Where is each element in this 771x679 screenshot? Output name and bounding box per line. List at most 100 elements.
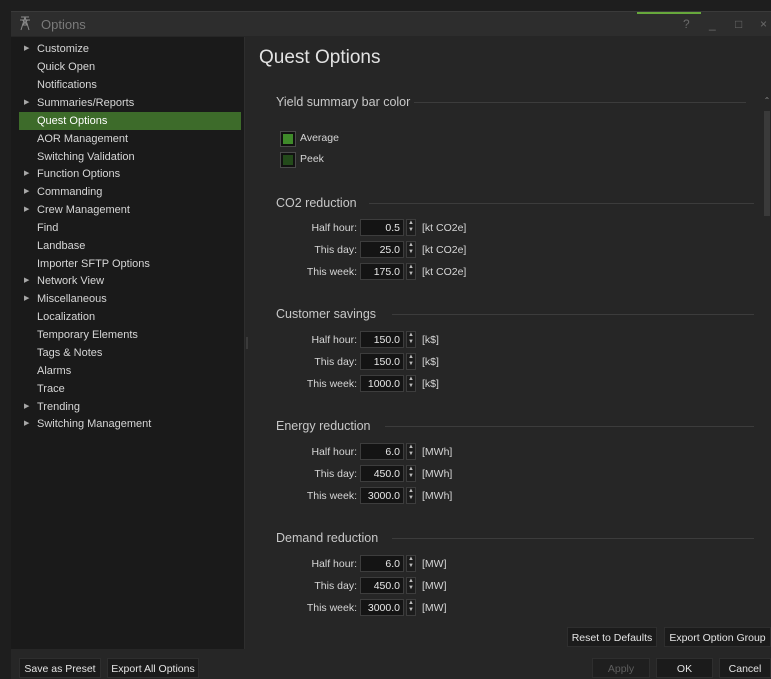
savings-this-week-input[interactable] bbox=[360, 375, 404, 392]
reset-to-defaults-button[interactable]: Reset to Defaults bbox=[567, 627, 657, 647]
spinner-down-icon[interactable]: ▼ bbox=[407, 271, 415, 278]
spinner-up-icon[interactable]: ▲ bbox=[407, 466, 415, 473]
spinner-down-icon[interactable]: ▼ bbox=[407, 607, 415, 614]
sidebar-item-commanding[interactable]: ▶ Commanding bbox=[11, 183, 241, 201]
sidebar-item-importer-sftp-options[interactable]: Importer SFTP Options bbox=[11, 255, 241, 273]
sidebar-item-function-options[interactable]: ▶ Function Options bbox=[11, 165, 241, 183]
sidebar-item-network-view[interactable]: ▶ Network View bbox=[11, 272, 241, 290]
energy-this-day-spinner[interactable]: ▲ ▼ bbox=[406, 465, 416, 482]
spinner-up-icon[interactable]: ▲ bbox=[407, 444, 415, 451]
scroll-up-arrow-icon[interactable]: ⌃ bbox=[763, 96, 771, 105]
spinner-up-icon[interactable]: ▲ bbox=[407, 600, 415, 607]
energy-this-week-input[interactable] bbox=[360, 487, 404, 504]
spinner-up-icon[interactable]: ▲ bbox=[407, 242, 415, 249]
scrollbar-thumb[interactable] bbox=[764, 111, 770, 216]
sidebar-item-tags-notes[interactable]: Tags & Notes bbox=[11, 344, 241, 362]
savings-half-hour-spinner[interactable]: ▲ ▼ bbox=[406, 331, 416, 348]
expand-arrow-icon[interactable]: ▶ bbox=[24, 415, 29, 433]
minimize-icon[interactable]: _ bbox=[709, 17, 716, 31]
sidebar-item-switching-management[interactable]: ▶ Switching Management bbox=[11, 415, 241, 433]
energy-this-day-input[interactable] bbox=[360, 465, 404, 482]
savings-this-week-spinner[interactable]: ▲ ▼ bbox=[406, 375, 416, 392]
sidebar-item-quest-options[interactable]: Quest Options bbox=[19, 112, 241, 130]
co2-half-hour-spinner[interactable]: ▲ ▼ bbox=[406, 219, 416, 236]
savings-this-day-input[interactable] bbox=[360, 353, 404, 370]
energy-half-hour-input[interactable] bbox=[360, 443, 404, 460]
spinner-up-icon[interactable]: ▲ bbox=[407, 220, 415, 227]
sidebar-item-notifications[interactable]: Notifications bbox=[11, 76, 241, 94]
export-option-group-button[interactable]: Export Option Group bbox=[664, 627, 771, 647]
spinner-up-icon[interactable]: ▲ bbox=[407, 376, 415, 383]
spinner-down-icon[interactable]: ▼ bbox=[407, 339, 415, 346]
co2-this-week-input[interactable] bbox=[360, 263, 404, 280]
sidebar-item-find[interactable]: Find bbox=[11, 219, 241, 237]
expand-arrow-icon[interactable]: ▶ bbox=[24, 165, 29, 183]
spinner-up-icon[interactable]: ▲ bbox=[407, 264, 415, 271]
sidebar-item-alarms[interactable]: Alarms bbox=[11, 362, 241, 380]
energy-half-hour-row: Half hour: ▲▼ [MWh] bbox=[247, 443, 761, 461]
content-vertical-scrollbar[interactable]: ⌃ ⌄ bbox=[763, 96, 771, 631]
sidebar-item-miscellaneous[interactable]: ▶ Miscellaneous bbox=[11, 290, 241, 308]
sidebar-item-localization[interactable]: Localization bbox=[11, 308, 241, 326]
expand-arrow-icon[interactable]: ▶ bbox=[24, 183, 29, 201]
spinner-up-icon[interactable]: ▲ bbox=[407, 354, 415, 361]
sidebar-item-trace[interactable]: Trace bbox=[11, 380, 241, 398]
expand-arrow-icon[interactable]: ▶ bbox=[24, 398, 29, 416]
co2-half-hour-input[interactable] bbox=[360, 219, 404, 236]
co2-this-day-input[interactable] bbox=[360, 241, 404, 258]
section-title-co2-reduction: CO2 reduction bbox=[276, 196, 357, 210]
expand-arrow-icon[interactable]: ▶ bbox=[24, 40, 29, 58]
energy-half-hour-spinner[interactable]: ▲ ▼ bbox=[406, 443, 416, 460]
sidebar-item-temporary-elements[interactable]: Temporary Elements bbox=[11, 326, 241, 344]
savings-half-hour-input[interactable] bbox=[360, 331, 404, 348]
spinner-down-icon[interactable]: ▼ bbox=[407, 383, 415, 390]
sidebar-item-aor-management[interactable]: AOR Management bbox=[11, 130, 241, 148]
demand-this-day-spinner[interactable]: ▲ ▼ bbox=[406, 577, 416, 594]
spinner-up-icon[interactable]: ▲ bbox=[407, 556, 415, 563]
co2-this-week-spinner[interactable]: ▲ ▼ bbox=[406, 263, 416, 280]
color-swatch-peek[interactable] bbox=[280, 152, 296, 168]
spinner-down-icon[interactable]: ▼ bbox=[407, 585, 415, 592]
spinner-down-icon[interactable]: ▼ bbox=[407, 227, 415, 234]
save-as-preset-button[interactable]: Save as Preset bbox=[19, 658, 101, 678]
section-title-energy-reduction: Energy reduction bbox=[276, 419, 371, 433]
expand-arrow-icon[interactable]: ▶ bbox=[24, 290, 29, 308]
savings-this-day-spinner[interactable]: ▲ ▼ bbox=[406, 353, 416, 370]
spinner-down-icon[interactable]: ▼ bbox=[407, 495, 415, 502]
expand-arrow-icon[interactable]: ▶ bbox=[24, 201, 29, 219]
sidebar-item-crew-management[interactable]: ▶ Crew Management bbox=[11, 201, 241, 219]
close-icon[interactable]: × bbox=[760, 17, 767, 31]
spinner-up-icon[interactable]: ▲ bbox=[407, 578, 415, 585]
demand-half-hour-spinner[interactable]: ▲ ▼ bbox=[406, 555, 416, 572]
demand-this-week-input[interactable] bbox=[360, 599, 404, 616]
export-all-options-button[interactable]: Export All Options bbox=[107, 658, 199, 678]
energy-this-week-spinner[interactable]: ▲ ▼ bbox=[406, 487, 416, 504]
co2-half-hour-row: Half hour: ▲▼ [kt CO2e] bbox=[247, 219, 761, 237]
spinner-down-icon[interactable]: ▼ bbox=[407, 451, 415, 458]
sidebar-item-landbase[interactable]: Landbase bbox=[11, 237, 241, 255]
demand-this-day-input[interactable] bbox=[360, 577, 404, 594]
sidebar-item-customize[interactable]: ▶ Customize bbox=[11, 40, 241, 58]
options-sidebar: ▶ Customize Quick Open Notifications ▶ Sum… bbox=[11, 37, 245, 649]
spinner-up-icon[interactable]: ▲ bbox=[407, 488, 415, 495]
sidebar-item-summaries-reports[interactable]: ▶ Summaries/Reports bbox=[11, 94, 241, 112]
cancel-button[interactable]: Cancel bbox=[719, 658, 771, 678]
sidebar-item-quick-open[interactable]: Quick Open bbox=[11, 58, 241, 76]
sidebar-item-switching-validation[interactable]: Switching Validation bbox=[11, 148, 241, 166]
help-icon[interactable]: ? bbox=[683, 17, 690, 31]
ok-button[interactable]: OK bbox=[656, 658, 713, 678]
spinner-down-icon[interactable]: ▼ bbox=[407, 563, 415, 570]
expand-arrow-icon[interactable]: ▶ bbox=[24, 272, 29, 290]
sidebar-item-trending[interactable]: ▶ Trending bbox=[11, 398, 241, 416]
color-swatch-average[interactable] bbox=[280, 131, 296, 147]
expand-arrow-icon[interactable]: ▶ bbox=[24, 94, 29, 112]
maximize-icon[interactable]: □ bbox=[735, 17, 742, 31]
apply-button[interactable]: Apply bbox=[592, 658, 650, 678]
co2-this-day-spinner[interactable]: ▲ ▼ bbox=[406, 241, 416, 258]
spinner-down-icon[interactable]: ▼ bbox=[407, 361, 415, 368]
spinner-down-icon[interactable]: ▼ bbox=[407, 249, 415, 256]
demand-this-week-spinner[interactable]: ▲ ▼ bbox=[406, 599, 416, 616]
demand-half-hour-input[interactable] bbox=[360, 555, 404, 572]
spinner-down-icon[interactable]: ▼ bbox=[407, 473, 415, 480]
spinner-up-icon[interactable]: ▲ bbox=[407, 332, 415, 339]
